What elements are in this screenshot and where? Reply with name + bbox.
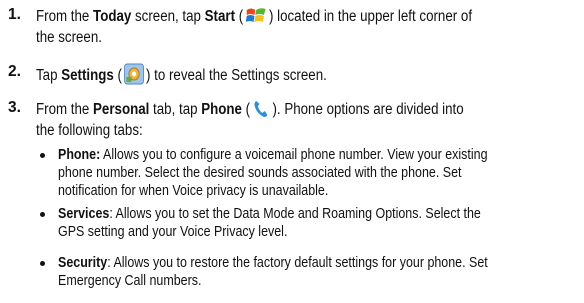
bullet-text-line: notification for when Voice privacy is u… [58, 183, 329, 199]
bullet-dot [40, 153, 45, 158]
instruction-document: 1. From the Today screen, tap Start ( ) … [0, 0, 584, 303]
tab-name: Security [58, 255, 108, 271]
bullet-dot [40, 212, 45, 217]
button-name: Phone [201, 101, 242, 118]
tab-name: Personal [93, 101, 150, 118]
bullet-text-line: Services: Allows you to set the Data Mod… [58, 206, 481, 222]
screen-name: Today [93, 8, 132, 25]
step-number: 1. [8, 6, 21, 23]
step-text-line: Tap Settings ( ) to reveal the Settings … [36, 63, 327, 91]
bullet-text-line: phone number. Select the desired sounds … [58, 165, 462, 181]
button-name: Settings [61, 67, 114, 84]
settings-icon [124, 63, 145, 91]
step-text-line: the screen. [36, 29, 102, 46]
bullet-text-line: GPS setting and your Voice Privacy level… [58, 224, 288, 240]
step-text-line: the following tabs: [36, 122, 143, 139]
phone-icon [252, 99, 271, 125]
bullet-dot [40, 261, 45, 266]
bullet-text-line: Phone: Allows you to configure a voicema… [58, 147, 488, 163]
tab-name: Phone: [58, 147, 101, 163]
step-number: 3. [8, 99, 21, 116]
bullet-text-line: Emergency Call numbers. [58, 273, 202, 289]
button-name: Start [204, 8, 236, 25]
windows-start-icon [245, 6, 267, 32]
step-number: 2. [8, 63, 21, 80]
bullet-text-line: Security: Allows you to restore the fact… [58, 255, 488, 271]
tab-name: Services [58, 206, 110, 222]
